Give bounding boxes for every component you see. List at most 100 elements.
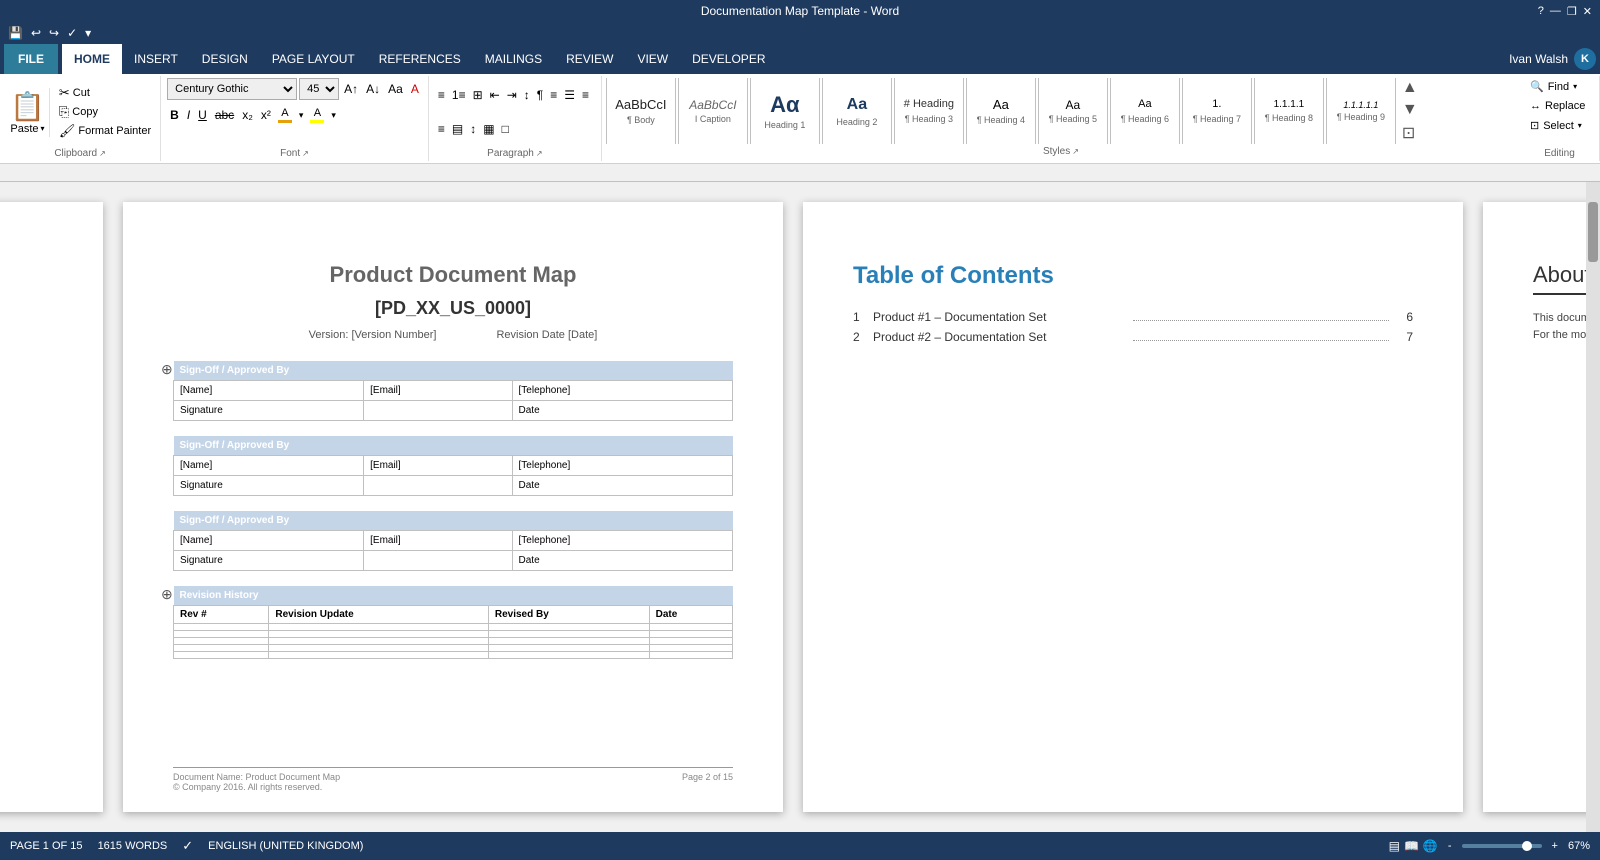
cut-button[interactable]: ✂ Cut [56,84,154,102]
paragraph-expander[interactable]: ↗ [536,149,543,158]
style-caption[interactable]: AaBbCcI I Caption [678,78,748,144]
numbering-btn[interactable]: 1≡ [449,84,469,106]
font-expander[interactable]: ↗ [302,149,309,158]
font-size-select[interactable]: 45 [299,78,339,100]
increase-indent-btn[interactable]: ⇥ [504,84,520,106]
vertical-scrollbar[interactable] [1586,182,1600,832]
styles-expander[interactable]: ↗ [1072,147,1079,156]
decrease-indent-btn[interactable]: ⇤ [487,84,503,106]
document-area-wrapper: Product Document Map Template Version X.… [0,164,1600,832]
font-color-btn[interactable]: A [276,106,294,124]
signoff-table-2: Sign-Off / Approved By [Name][Email][Tel… [173,436,733,496]
bullets-btn[interactable]: ≡ [435,84,448,106]
window-controls[interactable]: ? — ❐ ✕ [1538,5,1592,18]
web-view-btn[interactable]: 🌐 [1423,839,1438,853]
strikethrough-btn[interactable]: abc [212,104,237,126]
font-family-select[interactable]: Century Gothic [167,78,297,100]
subscript-btn[interactable]: x₂ [239,104,256,126]
sort-btn[interactable]: ↕ [521,84,533,106]
align-left-btn[interactable]: ≡ [547,84,560,106]
table-add-btn-2[interactable]: ⊕ [161,586,173,603]
clear-format-btn[interactable]: A [408,78,422,100]
signoff-name-row-1: [Name][Email][Telephone] [174,381,733,401]
replace-btn[interactable]: ↔ Replace [1526,98,1589,114]
help-btn[interactable]: ? [1538,5,1544,18]
style-h6[interactable]: Aa ¶ Heading 6 [1110,78,1180,144]
tab-references[interactable]: REFERENCES [367,44,473,74]
redo-qa-btn[interactable]: ↪ [47,25,61,41]
zoom-level[interactable]: 67% [1568,840,1590,852]
justify-btn[interactable]: ≡ [435,118,448,140]
clipboard-expander[interactable]: ↗ [99,149,106,158]
decrease-font-btn[interactable]: A↓ [363,78,383,100]
tab-file[interactable]: FILE [4,44,58,74]
style-body[interactable]: AaBbCcI ¶ Body [606,78,676,144]
save-qa-btn[interactable]: 💾 [6,25,25,41]
select-btn[interactable]: ⊡ Select ▾ [1526,117,1586,134]
zoom-in-btn[interactable]: + [1552,840,1558,852]
line-spacing-btn[interactable]: ↕ [467,118,479,140]
multilevel-btn[interactable]: ⊞ [470,84,486,106]
minimize-btn[interactable]: — [1550,5,1561,18]
check-qa-btn[interactable]: ✓ [65,25,79,41]
increase-font-btn[interactable]: A↑ [341,78,361,100]
zoom-thumb[interactable] [1522,841,1532,851]
style-h8[interactable]: 1.1.1.1 ¶ Heading 8 [1254,78,1324,144]
style-body-label: ¶ Body [627,115,655,125]
close-btn[interactable]: ✕ [1583,5,1592,18]
styles-scroll-up[interactable]: ▲ [1400,78,1420,99]
zoom-slider[interactable] [1462,844,1542,848]
style-h1[interactable]: Aα Heading 1 [750,78,820,144]
user-avatar[interactable]: K [1574,48,1596,70]
language-indicator[interactable]: ENGLISH (UNITED KINGDOM) [208,840,363,852]
tab-view[interactable]: VIEW [625,44,680,74]
style-h5[interactable]: Aa ¶ Heading 5 [1038,78,1108,144]
find-label: Find [1548,81,1569,93]
highlight-color-dropdown[interactable]: ▾ [328,104,339,126]
change-case-btn[interactable]: Aa [385,78,406,100]
align-center-btn[interactable]: ☰ [561,84,578,106]
tab-mailings[interactable]: MAILINGS [473,44,554,74]
superscript-btn[interactable]: x² [258,104,274,126]
copy-label: Copy [72,106,98,118]
zoom-out-btn[interactable]: - [1448,840,1452,852]
align-right-btn[interactable]: ≡ [579,84,592,106]
paste-dropdown-icon[interactable]: ▾ [41,124,45,133]
copy-button[interactable]: ⎘ Copy [56,103,154,121]
table-add-btn-1[interactable]: ⊕ [161,361,173,378]
shading-btn[interactable]: ▦ [480,118,497,140]
tab-insert[interactable]: INSERT [122,44,190,74]
style-h3[interactable]: # Heading ¶ Heading 3 [894,78,964,144]
italic-btn[interactable]: I [184,104,193,126]
pages-container[interactable]: Product Document Map Template Version X.… [0,182,1586,832]
print-view-btn[interactable]: ▤ [1389,839,1400,853]
border-btn[interactable]: □ [499,118,512,140]
underline-btn[interactable]: U [195,104,210,126]
bold-btn[interactable]: B [167,104,182,126]
tab-page-layout[interactable]: PAGE LAYOUT [260,44,367,74]
styles-scroll-down[interactable]: ▼ [1400,99,1420,121]
tab-developer[interactable]: DEVELOPER [680,44,777,74]
tab-design[interactable]: DESIGN [190,44,260,74]
highlight-color-btn[interactable]: A [308,106,326,124]
style-h7[interactable]: 1. ¶ Heading 7 [1182,78,1252,144]
style-h4[interactable]: Aa ¶ Heading 4 [966,78,1036,144]
undo-qa-btn[interactable]: ↩ [29,25,43,41]
customize-qa-btn[interactable]: ▾ [83,25,93,41]
style-h2[interactable]: Aa Heading 2 [822,78,892,144]
format-painter-button[interactable]: 🖌 Format Painter [56,122,154,140]
restore-btn[interactable]: ❐ [1567,5,1577,18]
font-color-dropdown[interactable]: ▾ [296,104,307,126]
proofread-icon[interactable]: ✓ [182,838,193,854]
paste-button[interactable]: 📋 Paste ▾ [6,88,50,137]
read-view-btn[interactable]: 📖 [1404,839,1419,853]
find-btn[interactable]: 🔍 Find ▾ [1526,78,1581,95]
styles-expand[interactable]: ⊡ [1400,121,1420,144]
show-marks-btn[interactable]: ¶ [534,84,546,106]
tab-review[interactable]: REVIEW [554,44,625,74]
style-h9[interactable]: 1.1.1.1.1 ¶ Heading 9 [1326,78,1396,144]
scroll-thumb[interactable] [1588,202,1598,262]
column-btn[interactable]: ▤ [449,118,466,140]
tab-home[interactable]: HOME [62,44,122,74]
style-h5-preview: Aa [1066,98,1081,112]
